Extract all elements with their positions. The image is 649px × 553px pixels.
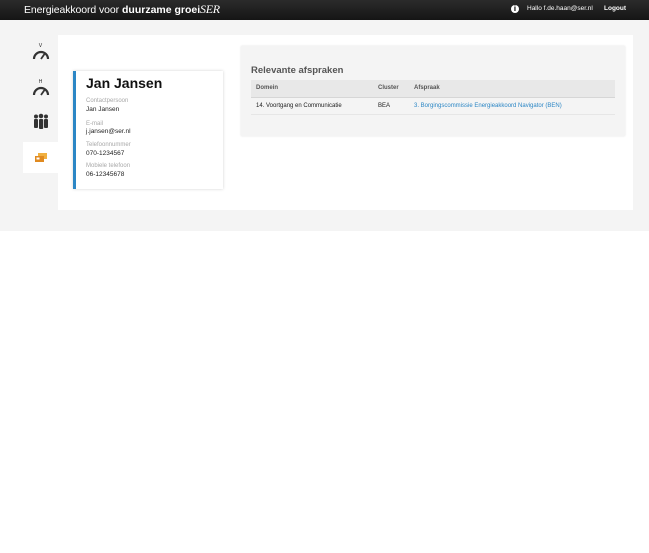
contact-name: Jan Jansen <box>86 75 163 91</box>
top-bar: Energieakkoord voor duurzame groei SER i … <box>0 0 649 20</box>
agreement-link[interactable]: 3. Borgingscommissie Energieakkoord Navi… <box>414 103 562 109</box>
relevant-agreements-title: Relevante afspraken <box>251 65 344 76</box>
column-header-cluster[interactable]: Cluster <box>378 85 399 91</box>
relevant-agreements-panel: Relevante afspraken Domein Cluster Afspr… <box>241 46 625 136</box>
ser-logo[interactable]: SER <box>200 2 220 17</box>
people-icon <box>33 113 48 129</box>
contactperson-label: Contactpersoon <box>86 98 129 104</box>
sidebar-item-contacts[interactable] <box>23 106 58 136</box>
email-label: E-mail <box>86 121 104 127</box>
contact-card: Jan Jansen Contactpersoon Jan Jansen E-m… <box>73 71 223 189</box>
mobile-label: Mobiele telefoon <box>86 163 131 169</box>
info-icon[interactable]: i <box>511 5 519 13</box>
sidebar-item-dashboard-h[interactable]: H <box>23 73 58 103</box>
contactperson-value: Jan Jansen <box>86 106 120 113</box>
agreements-table: Domein Cluster Afspraak 14. Voortgang en… <box>251 80 615 115</box>
brand-logo[interactable]: Energieakkoord voor duurzame groei <box>24 3 200 17</box>
email-value[interactable]: j.jansen@ser.nl <box>86 128 131 135</box>
gauge-icon <box>32 86 49 96</box>
sidebar-item-agreements[interactable] <box>23 142 58 173</box>
mobile-value: 06-12345678 <box>86 171 125 178</box>
table-header: Domein Cluster Afspraak <box>251 80 615 98</box>
gauge-icon <box>32 50 49 60</box>
cell-domein: 14. Voortgang en Communicatie <box>256 103 342 109</box>
brand-text-bold: duurzame groei <box>122 4 201 16</box>
column-header-afspraak[interactable]: Afspraak <box>414 85 440 91</box>
cards-icon <box>34 153 47 162</box>
brand-text-light: Energieakkoord voor <box>24 4 119 16</box>
sidebar-item-dashboard-v[interactable]: V <box>23 37 58 67</box>
table-row: 14. Voortgang en Communicatie BEA 3. Bor… <box>251 98 615 115</box>
cell-cluster: BEA <box>378 103 391 109</box>
phone-value: 070-1234567 <box>86 150 125 157</box>
column-header-domein[interactable]: Domein <box>256 85 278 91</box>
logout-button[interactable]: Logout <box>604 5 626 12</box>
user-greeting: Hallo f.de.haan@ser.nl <box>527 5 593 12</box>
phone-label: Telefoonnummer <box>86 142 131 148</box>
